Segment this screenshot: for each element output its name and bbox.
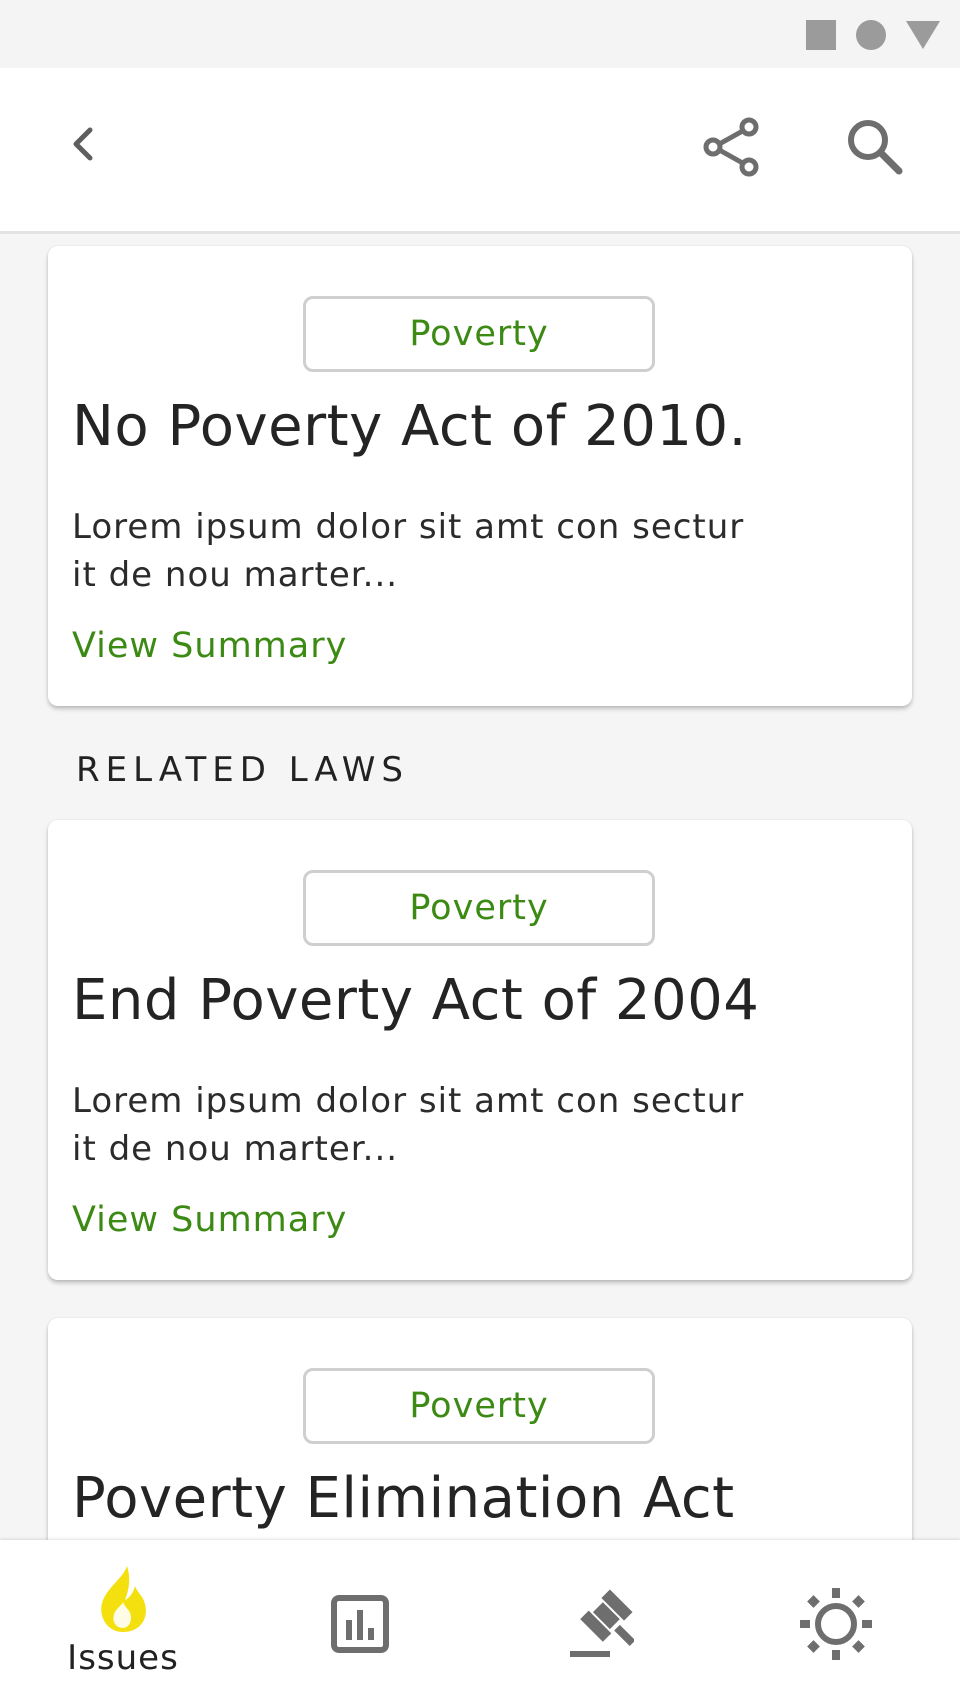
content-scroll[interactable]: Poverty No Poverty Act of 2010. Lorem ip…: [0, 234, 960, 1540]
back-icon: [73, 127, 93, 161]
nav-item-stats[interactable]: [270, 1540, 450, 1704]
law-card[interactable]: Poverty Poverty Elimination Act: [48, 1318, 912, 1540]
law-title: No Poverty Act of 2010.: [72, 394, 747, 459]
law-card[interactable]: Poverty No Poverty Act of 2010. Lorem ip…: [48, 246, 912, 706]
bottom-nav: Issues: [0, 1540, 960, 1704]
back-button[interactable]: [48, 108, 120, 180]
share-icon: [703, 117, 759, 177]
app-bar: [0, 68, 960, 234]
search-button[interactable]: [836, 108, 914, 186]
triangle-icon: [906, 21, 940, 49]
flame-icon: [101, 1566, 146, 1632]
law-description: Lorem ipsum dolor sit amt con sectur it …: [72, 507, 745, 595]
chart-icon: [331, 1595, 389, 1653]
section-heading: RELATED LAWS: [76, 750, 410, 790]
law-title: End Poverty Act of 2004: [72, 968, 760, 1033]
law-description: Lorem ipsum dolor sit amt con sectur it …: [72, 1081, 745, 1169]
square-icon: [806, 20, 836, 50]
gavel-icon: [570, 1589, 634, 1657]
issue-tag[interactable]: Poverty: [303, 1368, 655, 1444]
issue-tag[interactable]: Poverty: [303, 296, 655, 372]
law-card[interactable]: Poverty End Poverty Act of 2004 Lorem ip…: [48, 820, 912, 1280]
view-summary-link[interactable]: View Summary: [72, 626, 347, 666]
circle-icon: [856, 20, 886, 50]
status-bar: [0, 0, 960, 68]
nav-item-issues[interactable]: Issues: [33, 1540, 213, 1704]
nav-item-settings[interactable]: [746, 1540, 926, 1704]
sun-icon: [800, 1588, 872, 1660]
share-button[interactable]: [693, 108, 771, 186]
search-icon: [848, 120, 903, 175]
issue-tag[interactable]: Poverty: [303, 870, 655, 946]
view-summary-link[interactable]: View Summary: [72, 1200, 347, 1240]
nav-label-issues: Issues: [67, 1638, 179, 1678]
nav-item-laws[interactable]: [508, 1540, 688, 1704]
law-title: Poverty Elimination Act: [72, 1466, 735, 1531]
